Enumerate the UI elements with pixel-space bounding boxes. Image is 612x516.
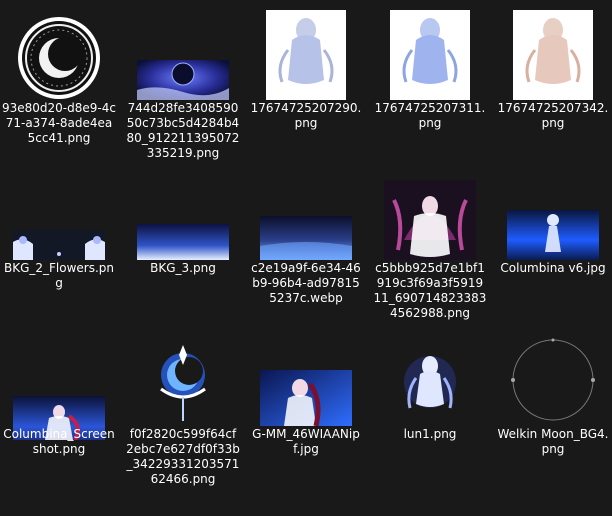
file-item[interactable]: 17674725207290.png — [247, 0, 365, 168]
file-item[interactable]: 17674725207311.png — [371, 0, 489, 168]
night-moon-banner-image-icon — [129, 4, 237, 100]
blue-gradient-image-icon — [129, 164, 237, 260]
file-name: Columbina v6.jpg — [500, 261, 606, 275]
character-art-image-icon — [376, 164, 484, 260]
file-name: Columbina_Screenshot.png — [3, 427, 115, 456]
night-field-image-icon — [252, 164, 360, 260]
spirit-figure-image-icon — [252, 4, 360, 100]
file-name: G-MM_46WIAANipf.jpg — [252, 427, 360, 456]
file-item[interactable]: 93e80d20-d8e9-4c71-a374-8ade4ea5cc41.png — [0, 0, 118, 168]
moon-crest-image-icon — [129, 334, 237, 426]
screenshot-image-icon — [5, 330, 113, 440]
glowing-spirit-image-icon — [376, 334, 484, 426]
spirit-figure-image-icon — [499, 4, 607, 100]
file-item[interactable]: Columbina v6.jpg — [494, 160, 612, 328]
character-poster-image-icon — [252, 330, 360, 426]
file-item[interactable]: c5bbb925d7e1bf1919c3f69a3f591911_6907148… — [371, 160, 489, 328]
spirit-figure-image-icon — [376, 4, 484, 100]
file-name: 17674725207290.png — [250, 101, 362, 130]
file-name: BKG_2_Flowers.png — [3, 261, 115, 290]
file-item[interactable]: c2e19a9f-6e34-46b9-96b4-ad978155237c.web… — [247, 160, 365, 328]
file-name: 744d28fe340859050c73bc5d4284b480_9122113… — [126, 101, 240, 160]
file-item[interactable]: G-MM_46WIAANipf.jpg — [247, 330, 365, 498]
file-name: c5bbb925d7e1bf1919c3f69a3f591911_6907148… — [373, 261, 487, 320]
file-name: lun1.png — [403, 427, 457, 441]
file-item[interactable]: 17674725207342.png — [494, 0, 612, 168]
flowers-border-image-icon — [5, 164, 113, 260]
file-name: BKG_3.png — [150, 261, 216, 275]
moon-emblem-image-icon — [5, 4, 113, 100]
file-item[interactable]: BKG_3.png — [124, 160, 242, 328]
file-item[interactable]: lun1.png — [371, 330, 489, 498]
moon-ring-image-icon — [499, 334, 607, 426]
file-name: 17674725207342.png — [497, 101, 609, 130]
file-item[interactable]: Columbina_Screenshot.png — [0, 330, 118, 498]
file-name: c2e19a9f-6e34-46b9-96b4-ad978155237c.web… — [251, 261, 361, 305]
file-item[interactable]: f0f2820c599f64cf2ebc7e627df0f33b_3422933… — [124, 330, 242, 498]
file-name: 93e80d20-d8e9-4c71-a374-8ade4ea5cc41.png — [2, 101, 116, 145]
file-item[interactable]: Welkin Moon_BG4.png — [494, 330, 612, 498]
file-name: 17674725207311.png — [374, 101, 486, 130]
file-item[interactable]: 744d28fe340859050c73bc5d4284b480_9122113… — [124, 0, 242, 168]
moonlit-scene-image-icon — [499, 164, 607, 260]
file-grid: 93e80d20-d8e9-4c71-a374-8ade4ea5cc41.png… — [0, 0, 612, 516]
file-name: Welkin Moon_BG4.png — [497, 427, 609, 456]
file-name: f0f2820c599f64cf2ebc7e627df0f33b_3422933… — [126, 427, 240, 486]
file-item[interactable]: BKG_2_Flowers.png — [0, 160, 118, 328]
